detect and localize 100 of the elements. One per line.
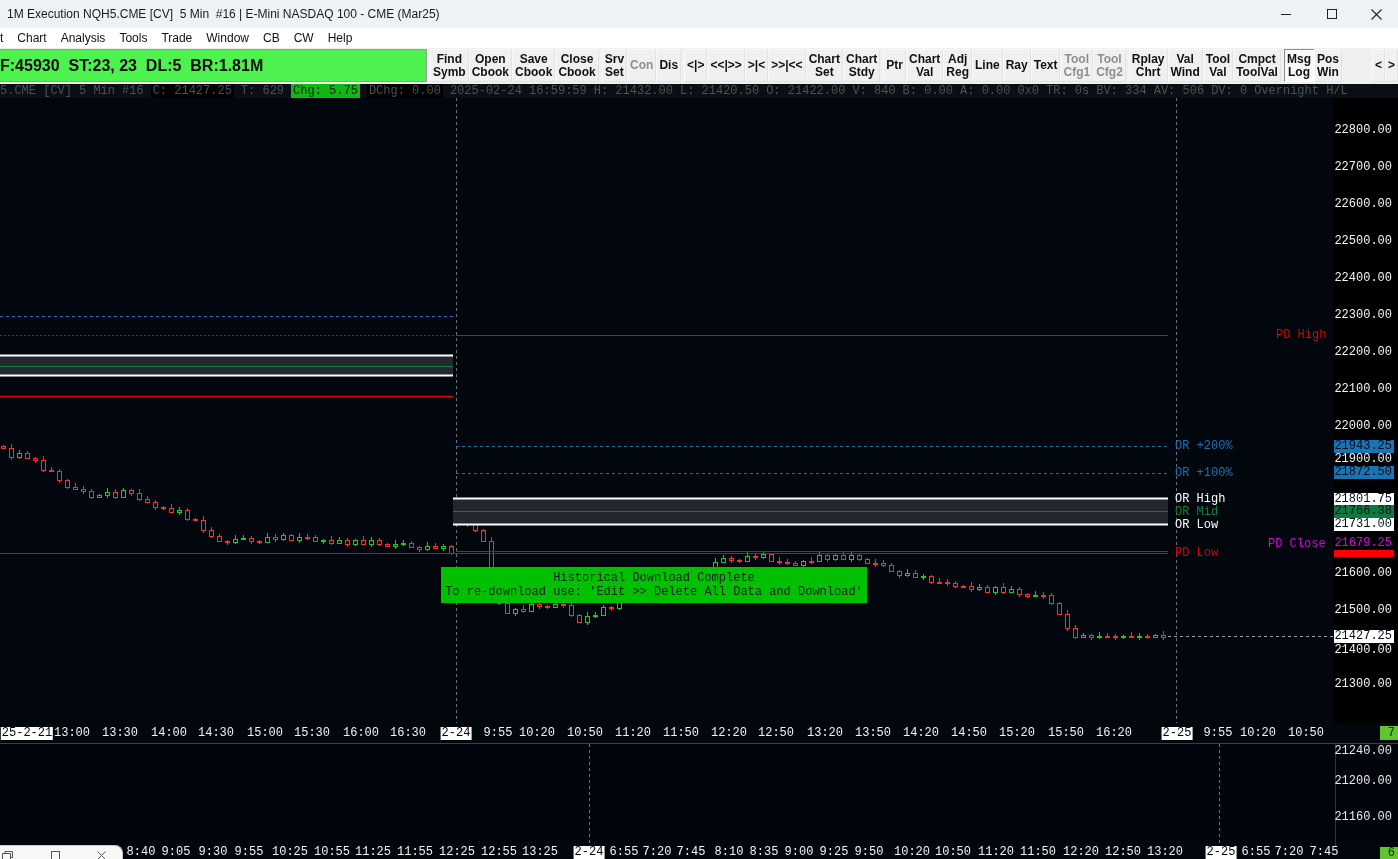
toolbar-button[interactable]: Tool Val	[1202, 49, 1234, 82]
toolbar-button[interactable]: >>|<<	[768, 49, 806, 82]
toolbar-button[interactable]: Msg Log	[1283, 49, 1314, 82]
price-axis-label: 21900.00	[1334, 452, 1392, 466]
time-axis-label: 12:50	[758, 727, 794, 740]
level-label: PD Close	[1268, 537, 1326, 551]
toolbar-button[interactable]: <<|>>	[707, 49, 745, 82]
toolbar-button[interactable]: <|>	[684, 49, 708, 82]
time-axis-label: 7:20	[1274, 846, 1304, 859]
toolbar-button[interactable]: Find Symb	[430, 49, 469, 82]
time-axis-label: 8:35	[749, 846, 779, 859]
toolbar-button[interactable]: Close Cbook	[555, 49, 599, 82]
info-text: TR: 0s	[1046, 84, 1090, 98]
price-axis-label: 22400.00	[1334, 271, 1392, 285]
close-icon	[1371, 8, 1382, 20]
menu-item[interactable]: Window	[199, 30, 256, 46]
time-axis-label: 15:50	[1048, 727, 1084, 740]
menu-item[interactable]: Help	[320, 30, 360, 46]
toolbar-button[interactable]: Chart Set	[805, 49, 843, 82]
toolbar-button[interactable]: Dis	[656, 49, 682, 82]
toolbar-button[interactable]: Open Cbook	[468, 49, 513, 82]
toolbar-button[interactable]: Ray	[1002, 49, 1031, 82]
time-axis-label: 8:40	[126, 846, 156, 859]
price-axis-label: 22500.00	[1334, 234, 1392, 248]
time-axis-label: 25-2-21	[0, 727, 54, 740]
time-axis-label: 11:50	[663, 727, 699, 740]
menu-item[interactable]: t	[0, 30, 11, 46]
menu-item[interactable]: Tools	[112, 30, 155, 46]
time-axis-label: 16:00	[343, 727, 379, 740]
toolbar-button[interactable]: Val Wind	[1167, 49, 1203, 82]
time-axis-label: 9:55	[234, 846, 264, 859]
info-text: AV: 506	[1153, 84, 1205, 98]
price-axis-label: 21300.00	[1334, 677, 1392, 691]
toolbar-button[interactable]: Chart Stdy	[842, 49, 881, 82]
menu-item[interactable]: Chart	[10, 30, 54, 46]
price-axis-label: 21200.00	[1334, 774, 1392, 788]
price-marker: 21766.38	[1334, 505, 1394, 518]
time-axis-label: 14:30	[198, 727, 234, 740]
restore-icon[interactable]	[2, 851, 13, 859]
level-label: PD High	[1276, 328, 1327, 342]
menu-item[interactable]: Analysis	[53, 30, 113, 46]
level-label: OR High	[1175, 492, 1226, 506]
time-axis-label: 6:55	[1241, 846, 1271, 859]
time-axis-label: 2-25	[1161, 727, 1193, 740]
notice-text: To re-download use: 'Edit >> Delete All Data and Download'	[445, 585, 863, 599]
info-text: V: 840	[852, 84, 896, 98]
toolbar-button[interactable]: >|<	[744, 49, 769, 82]
toolbar-button[interactable]: Ptr	[883, 49, 906, 82]
close-icon[interactable]	[97, 851, 106, 859]
price-marker: 21801.75	[1334, 492, 1394, 506]
toolbar-button[interactable]: Rplay Chrt	[1128, 49, 1168, 82]
time-axis-label: 8:10	[714, 846, 744, 859]
price-axis-label: 21600.00	[1334, 566, 1392, 580]
time-axis-label: 9:55	[1203, 727, 1233, 740]
toolbar-button[interactable]: Pos Win	[1313, 49, 1342, 82]
price-axis-label: 22200.00	[1334, 345, 1392, 359]
menu-item[interactable]: CB	[256, 30, 287, 46]
time-axis-label: 2-24	[573, 846, 605, 859]
toolbar-button[interactable]: Cmpct ToolVal	[1233, 49, 1281, 82]
price-axis-label: 22700.00	[1334, 160, 1392, 174]
info-text: BV: 334	[1096, 84, 1147, 98]
toolbar-button[interactable]: Save Cbook	[512, 49, 556, 82]
time-axis-label: 10:20	[1240, 727, 1276, 740]
toolbar-button[interactable]: Adj Reg	[943, 49, 972, 82]
info-text: 2025-02-24 16:59:59	[449, 84, 587, 98]
time-axis-label: 9:30	[198, 846, 228, 859]
time-axis-label: 10:20	[519, 727, 555, 740]
time-axis-label: 7:20	[642, 846, 672, 859]
time-axis-label: 9:55	[483, 727, 513, 740]
toolbar-button[interactable]: Srv Set	[601, 49, 628, 82]
time-axis-label: 9:05	[161, 846, 191, 859]
info-text: 5 Min	[79, 84, 116, 98]
time-axis-label: 14:50	[951, 727, 987, 740]
toolbar-button[interactable]: Line	[972, 49, 1003, 82]
info-text: B: 0.00	[902, 84, 954, 98]
time-axis-label: 15:30	[294, 727, 330, 740]
menu-item[interactable]: CW	[286, 30, 321, 46]
time-axis-label: 11:55	[397, 846, 433, 859]
pane-badge: 6	[1380, 847, 1398, 859]
time-axis-label: 13:30	[102, 727, 138, 740]
window-title: 1M Execution NQH5.CME [CV] 5 Min #16 | E-Mini NASDAQ 100 - CME (Mar25)	[6, 7, 441, 21]
menu-item[interactable]: Trade	[154, 30, 200, 46]
time-axis-label: 13:20	[1147, 846, 1183, 859]
time-axis-label: 11:50	[1020, 846, 1056, 859]
time-axis-label: 10:50	[1288, 727, 1324, 740]
info-text: O: 21422.00	[766, 84, 846, 98]
toolbar-button[interactable]: Chart Val	[906, 49, 944, 82]
toolbar-button[interactable]: Text	[1030, 49, 1061, 82]
time-axis-label: 16:30	[390, 727, 426, 740]
price-axis-label: 21160.00	[1334, 810, 1392, 824]
time-axis-label: 7:45	[676, 846, 706, 859]
level-label: PD Low	[1175, 546, 1219, 560]
info-text: Chg: 5.75	[291, 84, 360, 98]
maximize-icon[interactable]	[51, 851, 60, 859]
info-text: C: 21427.25	[150, 84, 234, 98]
time-axis-label: 13:50	[855, 727, 891, 740]
price-axis-label: 22100.00	[1334, 382, 1392, 396]
time-axis-label: 10:50	[935, 846, 971, 859]
info-text: #16	[122, 84, 144, 98]
info-text: 5.CME [CV]	[0, 84, 72, 98]
